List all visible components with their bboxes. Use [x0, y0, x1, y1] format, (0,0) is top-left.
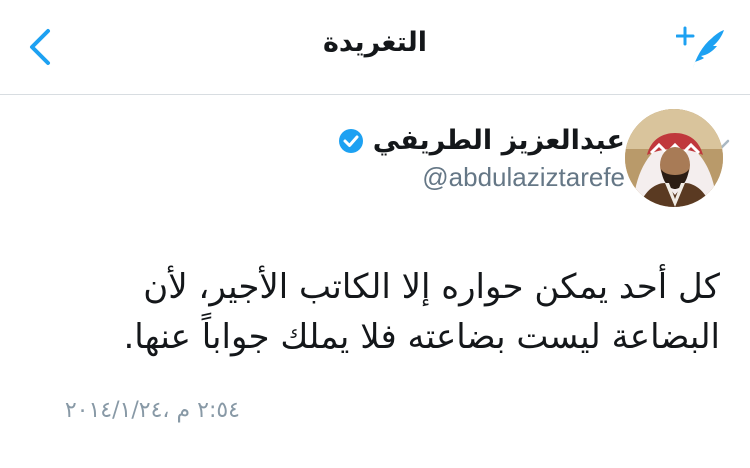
page-title: التغريدة: [322, 27, 428, 58]
avatar-image: [625, 109, 723, 207]
navigation-bar: التغريدة: [0, 0, 750, 95]
tweet-text: كل أحد يمكن حواره إلا الكاتب الأجير، لأن…: [123, 267, 721, 357]
author-name: عبدالعزيز الطريفي: [372, 125, 625, 156]
avatar[interactable]: [625, 109, 723, 207]
author-name-row: عبدالعزيز الطريفي: [337, 123, 625, 159]
verified-badge-icon: [338, 129, 363, 153]
author-handle: @abdulaziztarefe: [422, 162, 625, 192]
tweet-header: عبدالعزيز الطريفي @abdulaziztarefe: [0, 95, 750, 225]
tweet-timestamp: ٢:٥٤ م ،٢٠١٤/١/٢٤: [64, 398, 240, 423]
compose-tweet-button[interactable]: [674, 22, 728, 72]
compose-tweet-icon: [676, 26, 724, 68]
author-info[interactable]: عبدالعزيز الطريفي @abdulaziztarefe: [337, 123, 625, 193]
